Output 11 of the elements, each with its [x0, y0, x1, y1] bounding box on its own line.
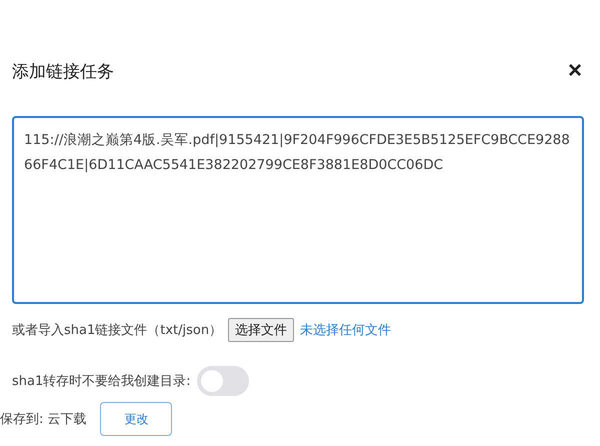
- change-button[interactable]: 更改: [100, 402, 172, 436]
- file-status: 未选择任何文件: [300, 322, 392, 339]
- dialog-title: 添加链接任务: [12, 60, 114, 82]
- save-location: 云下载: [47, 411, 86, 428]
- toggle-switch[interactable]: [196, 366, 249, 396]
- no-directory-label: sha1转存时不要给我创建目录:: [12, 373, 191, 390]
- save-label: 保存到:: [0, 411, 44, 428]
- import-label: 或者导入sha1链接文件（txt/json）: [12, 322, 222, 339]
- close-button[interactable]: ×: [562, 59, 588, 83]
- choose-file-button[interactable]: 选择文件: [228, 318, 294, 342]
- link-input-field[interactable]: 115://浪潮之巅第4版.吴军.pdf|9155421|9F204F996CFDE3E5B5125EFC9BCCE928866F4C1E|6D11CAAC5541E382202799CE8F3881E8D0CC06DC: [12, 116, 584, 304]
